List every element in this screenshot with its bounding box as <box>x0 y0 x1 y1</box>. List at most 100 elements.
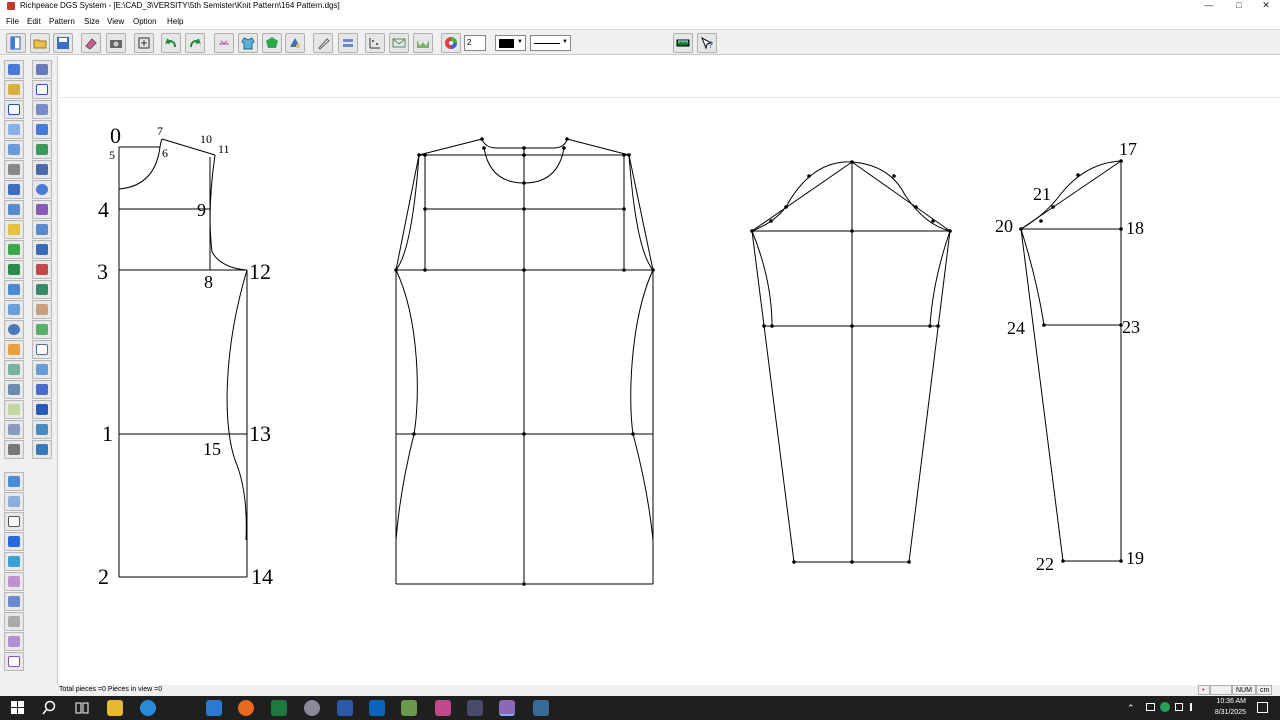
button-circle-icon[interactable] <box>32 180 52 199</box>
outlook-icon[interactable] <box>369 700 385 716</box>
cut-piece-icon[interactable] <box>4 380 24 399</box>
pencil-icon[interactable] <box>4 80 24 99</box>
richpeace-taskbar-icon[interactable] <box>499 700 515 716</box>
curve-edit-icon[interactable] <box>4 512 24 531</box>
excel-icon[interactable] <box>271 700 287 716</box>
menu-help[interactable]: Help <box>167 17 183 26</box>
menu-option[interactable]: Option <box>133 17 157 26</box>
bag-icon[interactable] <box>4 240 24 259</box>
eraser-icon[interactable] <box>81 33 101 53</box>
dart-icon[interactable] <box>32 220 52 239</box>
document-piece-icon[interactable] <box>4 632 24 651</box>
distance-icon[interactable] <box>32 160 52 179</box>
notch-icon[interactable] <box>32 320 52 339</box>
firefox-icon[interactable] <box>238 700 254 716</box>
hand-pan-icon[interactable] <box>32 300 52 319</box>
frame-piece-icon[interactable] <box>4 652 24 671</box>
save-icon[interactable] <box>53 33 73 53</box>
envelope-icon[interactable] <box>389 33 409 53</box>
notification-icon[interactable] <box>1257 702 1268 713</box>
drawing-canvas[interactable]: 0 1 2 3 4 5 6 7 8 9 10 11 12 13 14 15 17… <box>60 98 1280 685</box>
brush-icon[interactable] <box>313 33 333 53</box>
open-folder-icon[interactable] <box>30 33 50 53</box>
bodice-draft-piece[interactable] <box>118 138 248 578</box>
move-line-icon[interactable] <box>4 612 24 631</box>
clock-time[interactable]: 10:36 AM <box>1200 698 1246 705</box>
edge-browser-icon[interactable] <box>140 700 156 716</box>
mail-icon[interactable] <box>206 700 222 716</box>
windows-start-icon[interactable] <box>11 701 25 715</box>
chevron-up-icon[interactable]: ⌃ <box>1127 703 1135 714</box>
sleeve-draft-piece[interactable] <box>1020 160 1122 562</box>
line-width-input[interactable]: 2 <box>464 35 486 51</box>
new-file-icon[interactable] <box>6 33 26 53</box>
fill-piece-icon[interactable] <box>4 532 24 551</box>
boot-icon[interactable] <box>32 120 52 139</box>
battery-icon[interactable] <box>1175 703 1183 711</box>
mirror-icon[interactable] <box>32 280 52 299</box>
installer-icon[interactable] <box>533 700 549 716</box>
rotate-piece-icon[interactable] <box>4 360 24 379</box>
sheet-icon[interactable] <box>413 33 433 53</box>
help-icon[interactable]: ? <box>697 33 717 53</box>
grade-icon[interactable] <box>214 33 234 53</box>
rollup-icon[interactable] <box>32 420 52 439</box>
color-wheel-icon[interactable] <box>441 33 461 53</box>
clock-date[interactable]: 8/31/2025 <box>1200 709 1246 716</box>
piece-export-icon[interactable] <box>4 472 24 491</box>
minimize-button[interactable]: — <box>1195 0 1223 12</box>
stack-pieces-icon[interactable] <box>338 33 358 53</box>
piece-info-icon[interactable] <box>4 492 24 511</box>
maximize-button[interactable]: □ <box>1225 0 1253 12</box>
pleat-icon[interactable] <box>32 200 52 219</box>
ruler-icon[interactable] <box>673 33 693 53</box>
scissors-icon[interactable] <box>4 200 24 219</box>
hexagon-piece-icon[interactable] <box>262 33 282 53</box>
stitch-line-icon[interactable] <box>4 400 24 419</box>
corner-line-icon[interactable] <box>4 120 24 139</box>
bell-icon[interactable] <box>32 380 52 399</box>
body-piece[interactable] <box>395 138 654 585</box>
sleeve-piece[interactable] <box>751 161 951 563</box>
measure-tape-icon[interactable] <box>4 160 24 179</box>
app-icon[interactable] <box>304 700 320 716</box>
marker-icon[interactable] <box>32 440 52 459</box>
select-arrow-icon[interactable] <box>4 60 24 79</box>
paint-bucket-icon[interactable] <box>32 400 52 419</box>
network-icon[interactable] <box>1146 703 1155 711</box>
redo-icon[interactable] <box>185 33 205 53</box>
table-grid-icon[interactable] <box>4 420 24 439</box>
seam-allowance-icon[interactable] <box>32 260 52 279</box>
word-icon[interactable] <box>337 700 353 716</box>
calculator-icon[interactable] <box>467 700 483 716</box>
rectangle-icon[interactable] <box>4 100 24 119</box>
fit-view-icon[interactable] <box>134 33 154 53</box>
glove-icon[interactable] <box>32 360 52 379</box>
speaker-icon[interactable] <box>1190 703 1198 711</box>
split-piece-icon[interactable] <box>4 592 24 611</box>
text-a-icon[interactable] <box>4 180 24 199</box>
task-view-icon[interactable] <box>74 700 90 716</box>
window-piece-icon[interactable] <box>32 240 52 259</box>
chrome-tray-icon[interactable] <box>1160 702 1170 712</box>
select-box-icon[interactable] <box>32 60 52 79</box>
rainbow-icon[interactable] <box>4 572 24 591</box>
menu-pattern[interactable]: Pattern <box>49 17 75 26</box>
ruler-tool-icon[interactable] <box>4 280 24 299</box>
menu-edit[interactable]: Edit <box>27 17 41 26</box>
fold-icon[interactable] <box>4 300 24 319</box>
layout-icon[interactable] <box>285 33 305 53</box>
truck-icon[interactable] <box>4 552 24 571</box>
cup-shape-icon[interactable] <box>32 80 52 99</box>
highlighter-icon[interactable] <box>4 220 24 239</box>
camera-icon[interactable] <box>106 33 126 53</box>
menu-view[interactable]: View <box>107 17 124 26</box>
grid-points-icon[interactable] <box>365 33 385 53</box>
spiral-icon[interactable] <box>4 320 24 339</box>
close-button[interactable]: ✕ <box>1252 0 1280 12</box>
menu-file[interactable]: File <box>6 17 19 26</box>
undo-icon[interactable] <box>161 33 181 53</box>
text-t-icon[interactable] <box>4 440 24 459</box>
line-style-select[interactable]: ▼ <box>530 35 571 51</box>
file-explorer-icon[interactable] <box>107 700 123 716</box>
